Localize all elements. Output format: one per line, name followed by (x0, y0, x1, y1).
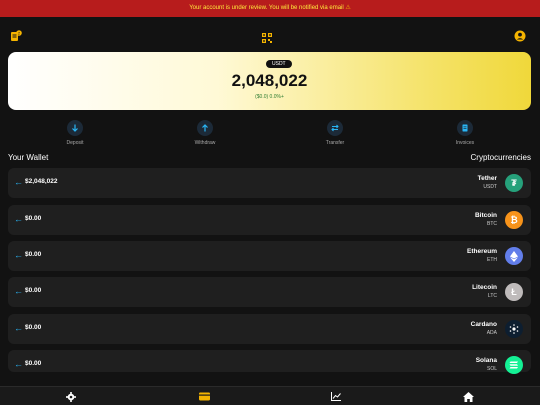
bottom-nav (0, 386, 540, 405)
row-balance: $0.00 (25, 251, 42, 258)
qr-code-icon[interactable] (262, 30, 272, 43)
arrow-left-icon: ← (14, 214, 23, 224)
arrow-left-icon: ← (14, 323, 23, 333)
row-balance: $0.00 (25, 324, 42, 331)
coin-symbol: ADA (486, 330, 497, 336)
cardano-icon (505, 320, 523, 338)
settings-icon[interactable] (65, 391, 77, 402)
wallet-header: Your Wallet Cryptocurrencies (8, 153, 531, 162)
coin-symbol: SOL (486, 366, 497, 372)
coin-name: Ethereum (467, 248, 497, 255)
action-bar: Deposit Withdraw Transfer Invoices (0, 120, 540, 150)
bitcoin-icon: ₿ (505, 211, 523, 229)
invoices-button[interactable]: Invoices (435, 120, 495, 146)
coin-name: Solana (475, 357, 497, 364)
wallet-row-eth[interactable]: ← $0.00 Ethereum ETH (8, 241, 531, 271)
coin-name: Cardano (470, 321, 497, 328)
withdraw-label: Withdraw (194, 140, 216, 146)
transfer-button[interactable]: Transfer (305, 120, 365, 146)
coin-symbol: ETH (487, 257, 497, 263)
wallet-row-btc[interactable]: ← $0.00 Bitcoin BTC ₿ (8, 205, 531, 235)
ethereum-icon (505, 247, 523, 265)
coin-name: Bitcoin (474, 212, 497, 219)
litecoin-icon: Ł (505, 283, 523, 301)
arrow-left-icon: ← (14, 177, 23, 187)
coin-name: Litecoin (472, 284, 497, 291)
arrow-left-icon: ← (14, 286, 23, 296)
banner-text: Your account is under review. You will b… (189, 5, 344, 11)
top-bar: 2 (0, 17, 540, 53)
review-banner: Your account is under review. You will b… (0, 0, 540, 17)
deposit-button[interactable]: Deposit (45, 120, 105, 146)
balance-change: ($0.0) 0.0%+ (255, 94, 284, 100)
wallet-row-usdt[interactable]: ← $2,048,022 Tether USDT ₮ (8, 168, 531, 198)
coin-name: Tether (477, 175, 497, 182)
arrow-up-icon (197, 120, 213, 136)
row-balance: $0.00 (25, 287, 42, 294)
wallet-row-ada[interactable]: ← $0.00 Cardano ADA (8, 314, 531, 344)
currency-pill[interactable]: USDT (266, 60, 292, 68)
total-balance: 2,048,022 (231, 71, 308, 90)
row-balance: $0.00 (25, 215, 42, 222)
coin-symbol: USDT (483, 184, 497, 190)
invoices-label: Invoices (455, 140, 475, 146)
swap-icon (327, 120, 343, 136)
home-icon[interactable] (462, 391, 474, 402)
user-icon[interactable] (514, 29, 526, 42)
document-icon (457, 120, 473, 136)
arrow-down-icon (67, 120, 83, 136)
coin-symbol: LTC (487, 293, 497, 299)
crypto-title: Cryptocurrencies (470, 153, 531, 162)
transfer-label: Transfer (325, 140, 345, 146)
balance-card: USDT 2,048,022 ($0.0) 0.0%+ (8, 52, 531, 110)
wallet-icon[interactable] (198, 391, 210, 402)
arrow-left-icon: ← (14, 359, 23, 369)
solana-icon (505, 356, 523, 374)
receipt-icon[interactable]: 2 (10, 29, 22, 41)
coin-symbol: BTC (487, 221, 497, 227)
row-balance: $2,048,022 (25, 178, 58, 185)
tether-icon: ₮ (505, 174, 523, 192)
wallet-title: Your Wallet (8, 153, 49, 162)
arrow-left-icon: ← (14, 250, 23, 260)
deposit-label: Deposit (66, 140, 84, 146)
chart-icon[interactable] (330, 391, 342, 402)
row-balance: $0.00 (25, 360, 42, 367)
withdraw-button[interactable]: Withdraw (175, 120, 235, 146)
wallet-row-ltc[interactable]: ← $0.00 Litecoin LTC Ł (8, 277, 531, 307)
warning-icon: ⚠ (345, 5, 351, 11)
wallet-row-sol[interactable]: ← $0.00 Solana SOL (8, 350, 531, 374)
